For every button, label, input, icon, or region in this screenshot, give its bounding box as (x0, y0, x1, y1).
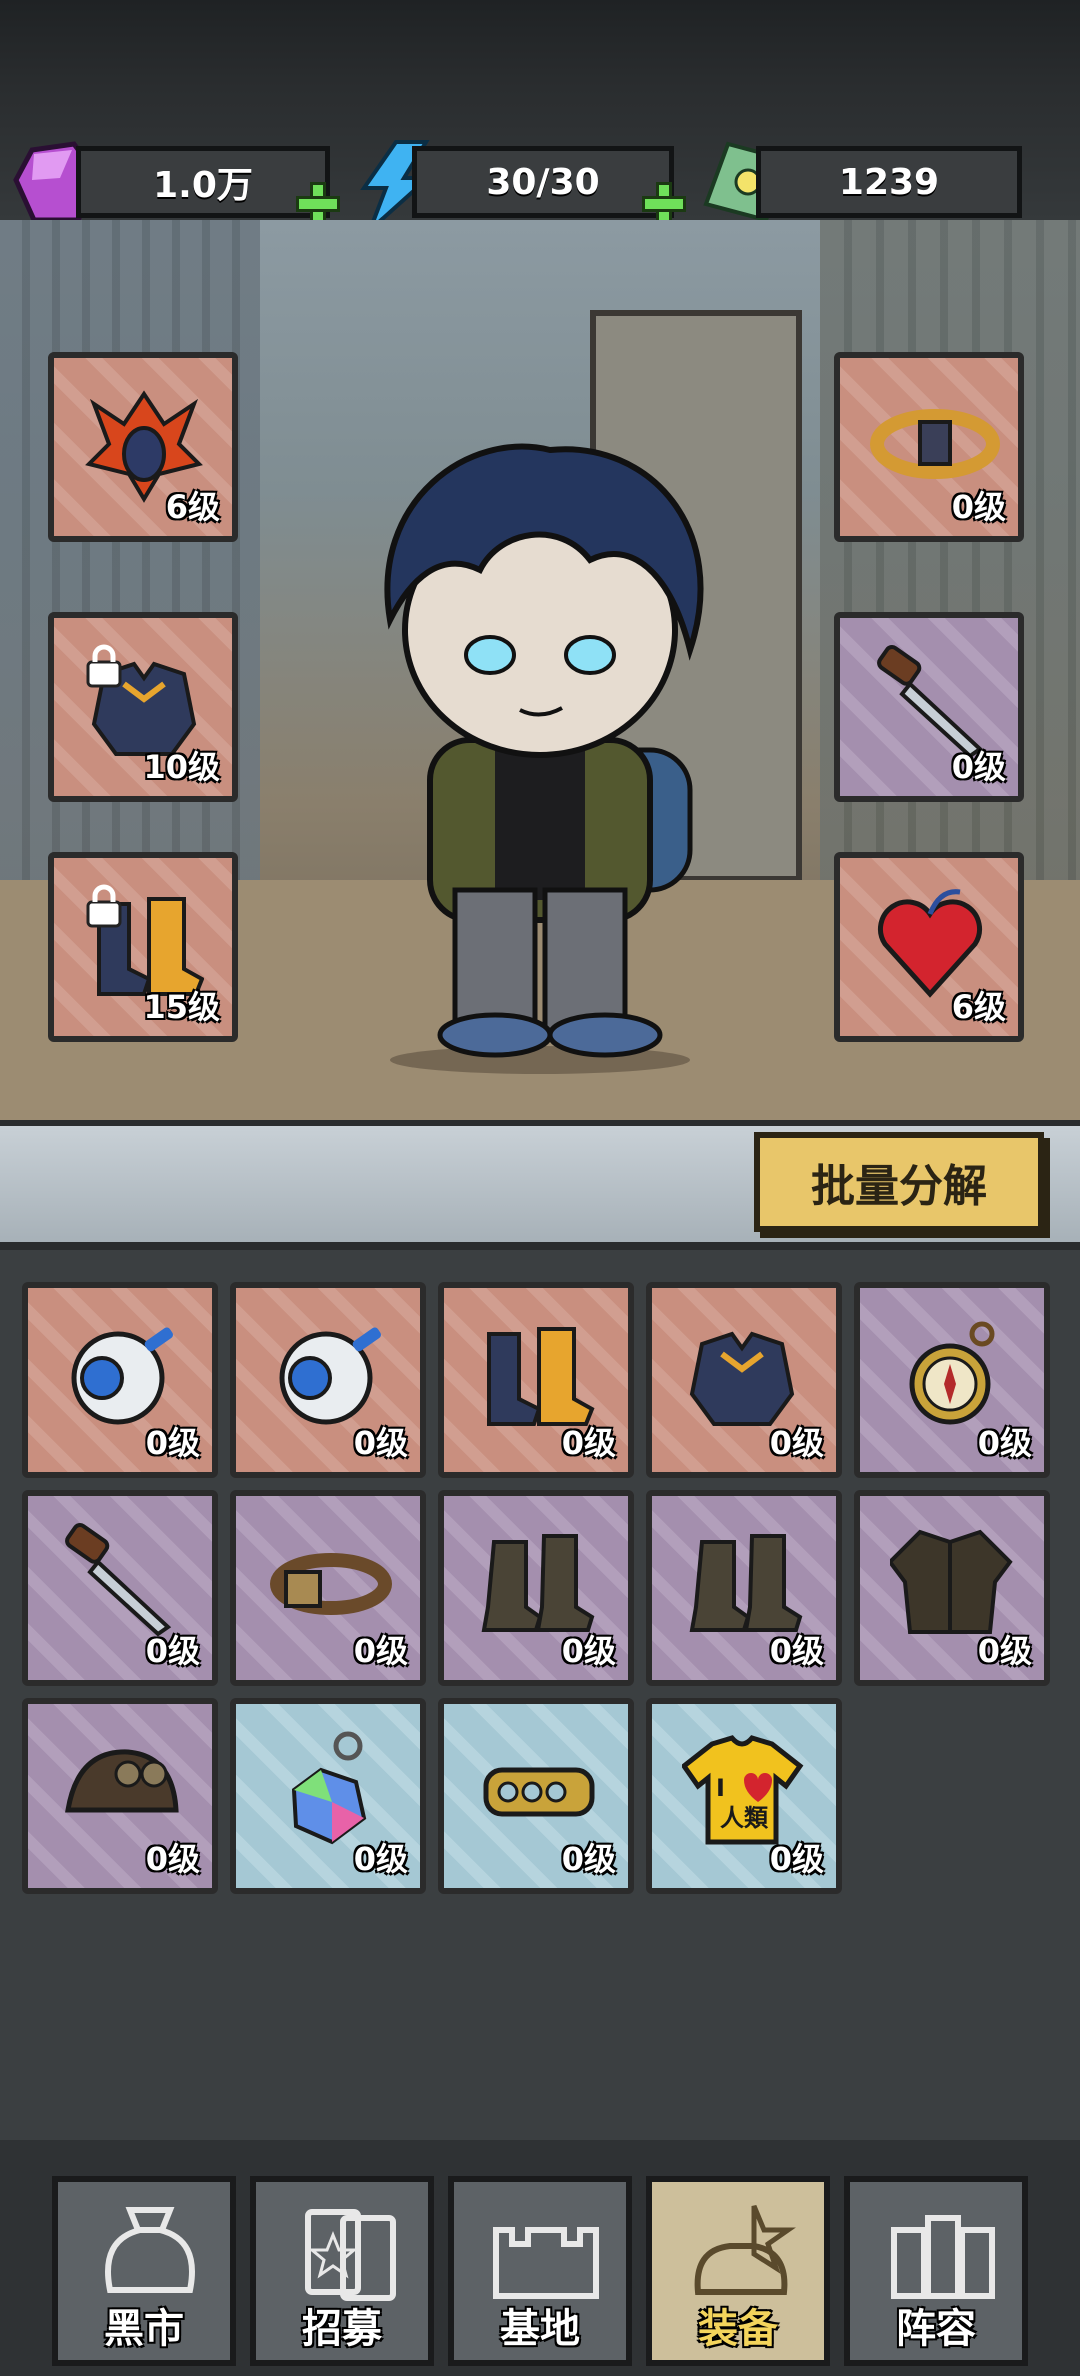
chest-armor-icon (689, 1331, 795, 1426)
item-level: 0级 (977, 1424, 1032, 1462)
leather-boots-icon (481, 1534, 595, 1632)
inventory-item[interactable]: 0级 (230, 1698, 426, 1894)
tab-lineup[interactable]: 阵容 (844, 2176, 1028, 2366)
robot-helmet-icon (279, 1327, 381, 1425)
brass-knuckles-icon (483, 1767, 595, 1817)
item-level: 0级 (561, 1424, 616, 1462)
team-icon (891, 2215, 995, 2299)
inventory-item[interactable]: 0级 (646, 1282, 842, 1478)
equip-level: 0级 (951, 488, 1006, 526)
tab-label: 装备 (698, 2306, 778, 2352)
robot-helmet-icon (71, 1327, 173, 1425)
tab-label: 黑市 (104, 2306, 184, 2352)
equip-slot-weapon[interactable]: 0级 (834, 612, 1024, 802)
item-level: 0级 (769, 1632, 824, 1670)
inventory-item[interactable]: 0级 (854, 1282, 1050, 1478)
compass-icon (909, 1321, 995, 1425)
leather-boots-icon (689, 1534, 803, 1632)
item-level: 0级 (145, 1424, 200, 1462)
jacket-icon (890, 1529, 1013, 1634)
item-level: 0级 (561, 1840, 616, 1878)
belt-icon (270, 1553, 392, 1615)
equip-slot-armor[interactable]: 10级 (48, 612, 238, 802)
crystal-keychain-icon (291, 1731, 367, 1845)
inventory-item[interactable]: 0级 (438, 1490, 634, 1686)
item-level: 0级 (769, 1840, 824, 1878)
item-level: 0级 (353, 1632, 408, 1670)
inventory-item[interactable]: 0级 (22, 1282, 218, 1478)
gems-counter: 1.0万 (76, 146, 330, 218)
item-level: 0级 (145, 1840, 200, 1878)
inventory-item[interactable]: I 人類 0级 (646, 1698, 842, 1894)
equip-level: 0级 (951, 748, 1006, 786)
equipment-icon (694, 2205, 796, 2295)
equip-slot-boots[interactable]: 15级 (48, 852, 238, 1042)
armored-boots-icon (487, 1327, 595, 1426)
inventory-item[interactable]: 0级 (22, 1490, 218, 1686)
equip-slot-helmet[interactable]: 6级 (48, 352, 238, 542)
item-level: 0级 (353, 1840, 408, 1878)
inventory-item[interactable]: 0级 (230, 1282, 426, 1478)
energy-counter: 30/30 (412, 146, 674, 218)
equip-level: 15级 (143, 988, 220, 1026)
tab-equipment[interactable]: 装备 (646, 2176, 830, 2366)
sack-icon (105, 2207, 195, 2293)
knife-icon (65, 1523, 172, 1637)
tab-black-market[interactable]: 黑市 (52, 2176, 236, 2366)
equip-slot-belt[interactable]: 0级 (834, 352, 1024, 542)
inventory-item[interactable]: 0级 (230, 1490, 426, 1686)
item-level: 0级 (977, 1632, 1032, 1670)
item-level: 0级 (561, 1632, 616, 1670)
inventory-item[interactable]: 0级 (646, 1490, 842, 1686)
inventory-item[interactable]: 0级 (854, 1490, 1050, 1686)
item-level: 0级 (353, 1424, 408, 1462)
tab-recruit[interactable]: 招募 (250, 2176, 434, 2366)
equip-slot-accessory[interactable]: 6级 (834, 852, 1024, 1042)
tshirt-icon: I 人類 (682, 1735, 804, 1845)
tshirt-print-i: I (716, 1774, 725, 1802)
item-level: 0级 (145, 1632, 200, 1670)
aviator-cap-icon (65, 1749, 179, 1813)
batch-decompose-button[interactable]: 批量分解 (754, 1132, 1044, 1232)
cash-counter: 1239 (756, 146, 1022, 218)
inventory-item[interactable]: 0级 (22, 1698, 218, 1894)
tab-label: 招募 (302, 2306, 382, 2352)
inventory-item[interactable]: 0级 (438, 1698, 634, 1894)
lock-icon (86, 884, 122, 928)
tab-base[interactable]: 基地 (448, 2176, 632, 2366)
cards-icon (305, 2209, 396, 2301)
tab-label: 阵容 (896, 2306, 976, 2352)
equip-level: 6级 (165, 488, 220, 526)
inventory-item[interactable]: 0级 (438, 1282, 634, 1478)
equip-level: 10级 (143, 748, 220, 786)
equip-level: 6级 (951, 988, 1006, 1026)
fortress-icon (493, 2227, 599, 2299)
item-level: 0级 (769, 1424, 824, 1462)
character-avatar[interactable] (330, 420, 750, 1080)
lock-icon (86, 644, 122, 688)
tab-label: 基地 (500, 2306, 580, 2352)
tshirt-print-human: 人類 (720, 1804, 769, 1832)
